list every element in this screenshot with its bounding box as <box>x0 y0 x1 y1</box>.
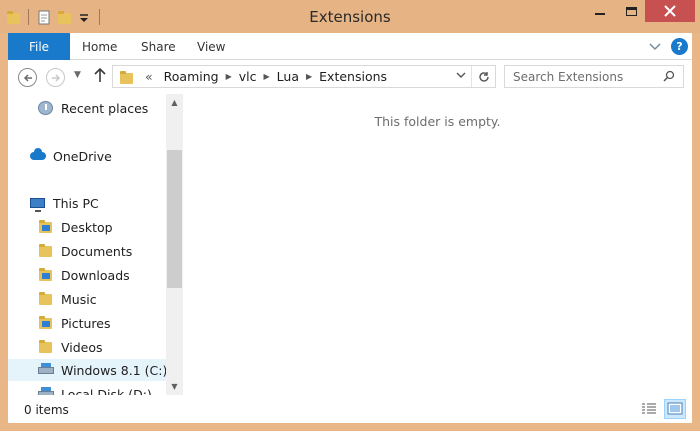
breadcrumb-lua[interactable]: Lua <box>272 69 304 84</box>
details-view-button[interactable] <box>638 399 660 419</box>
tab-home[interactable]: Home <box>82 33 117 60</box>
folder-icon[interactable] <box>6 10 20 25</box>
navpane-item-label: Recent places <box>61 100 149 116</box>
large-icons-view-icon <box>667 402 683 415</box>
chevron-right-icon[interactable]: ▶ <box>304 72 314 81</box>
navpane-item-label: Local Disk (D:) <box>61 386 152 396</box>
folder-icon <box>119 70 135 84</box>
breadcrumb-vlc[interactable]: vlc <box>234 69 262 84</box>
navpane-item-label: Documents <box>61 243 133 259</box>
status-bar: 0 items <box>8 395 692 423</box>
breadcrumb-overflow[interactable]: « <box>143 69 159 84</box>
forward-button[interactable] <box>46 68 65 87</box>
breadcrumb-extensions[interactable]: Extensions <box>314 69 392 84</box>
back-arrow-icon <box>23 73 32 82</box>
ribbon-controls: ? <box>649 38 688 55</box>
content-area: Recent places OneDrive This PC Desktop D… <box>8 94 692 395</box>
breadcrumb: « Roaming ▶ vlc ▶ Lua ▶ Extensions <box>143 69 392 84</box>
music-folder-icon <box>38 291 54 307</box>
drive-icon <box>38 362 54 378</box>
maximize-button[interactable] <box>617 0 645 22</box>
address-bar[interactable]: « Roaming ▶ vlc ▶ Lua ▶ Extensions <box>112 65 496 88</box>
recent-locations-dropdown-icon[interactable]: ▼ <box>74 70 81 80</box>
refresh-icon <box>478 71 489 82</box>
view-mode-buttons <box>638 399 686 419</box>
navpane-item-label: Pictures <box>61 315 111 331</box>
tab-share[interactable]: Share <box>141 33 176 60</box>
documents-folder-icon <box>38 243 54 259</box>
address-history-dropdown[interactable] <box>451 71 471 82</box>
navpane-item-pictures[interactable]: Pictures <box>38 312 111 334</box>
tab-file[interactable]: File <box>8 33 70 60</box>
explorer-window: Extensions File Home Share View ? ▼ « Ro… <box>0 0 700 431</box>
scroll-down-icon[interactable]: ▼ <box>166 378 183 395</box>
up-arrow-icon <box>94 67 106 82</box>
chevron-down-icon <box>456 72 466 78</box>
navpane-item-label: OneDrive <box>53 148 112 164</box>
refresh-button[interactable] <box>471 66 495 87</box>
ribbon-tabs: File Home Share View ? <box>8 33 692 60</box>
navpane-item-label: Downloads <box>61 267 130 283</box>
videos-folder-icon <box>38 339 54 355</box>
item-count: 0 items <box>24 403 69 417</box>
navpane-item-this-pc[interactable]: This PC <box>30 192 99 214</box>
large-icons-view-button[interactable] <box>664 399 686 419</box>
downloads-folder-icon <box>38 267 54 283</box>
navpane-item-recent-places[interactable]: Recent places <box>38 97 148 119</box>
navpane-item-label: Desktop <box>61 219 113 235</box>
search-input[interactable] <box>513 69 658 84</box>
file-list-view[interactable]: This folder is empty. <box>183 94 692 395</box>
navpane-item-label: Music <box>61 291 97 307</box>
navpane-scrollbar[interactable]: ▲ ▼ <box>166 94 183 395</box>
new-folder-icon[interactable] <box>57 10 71 25</box>
navpane-item-music[interactable]: Music <box>38 288 97 310</box>
navigation-pane: Recent places OneDrive This PC Desktop D… <box>8 94 183 395</box>
navpane-item-videos[interactable]: Videos <box>38 336 103 358</box>
navpane-item-label: Windows 8.1 (C:) <box>61 362 168 378</box>
address-bar-actions <box>451 66 495 87</box>
close-icon <box>664 5 676 17</box>
this-pc-icon <box>30 195 46 212</box>
maximize-icon <box>625 6 637 16</box>
navpane-item-label: Videos <box>61 339 103 355</box>
recent-places-icon <box>38 100 54 116</box>
search-box[interactable] <box>504 65 684 88</box>
tab-view[interactable]: View <box>197 33 225 60</box>
navpane-item-windows-c[interactable]: Windows 8.1 (C:) <box>8 359 168 381</box>
navpane-item-local-disk-d[interactable]: Local Disk (D:) <box>38 383 152 395</box>
navpane-item-documents[interactable]: Documents <box>38 240 132 262</box>
qat-separator-2 <box>99 9 100 25</box>
navpane-item-label: This PC <box>53 195 99 211</box>
pictures-folder-icon <box>38 315 54 331</box>
desktop-folder-icon <box>38 219 54 235</box>
drive-icon <box>38 386 54 395</box>
forward-arrow-icon <box>51 73 60 82</box>
navpane-item-downloads[interactable]: Downloads <box>38 264 130 286</box>
empty-folder-message: This folder is empty. <box>374 114 501 129</box>
navigation-bar: ▼ « Roaming ▶ vlc ▶ Lua ▶ Extensions <box>8 60 692 94</box>
close-button[interactable] <box>645 0 695 22</box>
details-view-icon <box>642 403 656 414</box>
qat-separator <box>28 9 29 25</box>
onedrive-icon <box>30 148 46 164</box>
properties-icon[interactable] <box>37 10 51 25</box>
breadcrumb-roaming[interactable]: Roaming <box>159 69 224 84</box>
title-bar[interactable]: Extensions <box>0 0 700 33</box>
scrollbar-thumb[interactable] <box>167 150 182 288</box>
navpane-item-desktop[interactable]: Desktop <box>38 216 113 238</box>
customize-qat-icon[interactable] <box>77 10 91 25</box>
minimize-icon <box>595 13 605 15</box>
chevron-right-icon[interactable]: ▶ <box>262 72 272 81</box>
scroll-up-icon[interactable]: ▲ <box>166 94 183 111</box>
back-button[interactable] <box>18 68 37 87</box>
navpane-item-onedrive[interactable]: OneDrive <box>30 145 112 167</box>
quick-access-toolbar <box>6 7 102 27</box>
chevron-right-icon[interactable]: ▶ <box>224 72 234 81</box>
search-icon[interactable] <box>663 70 675 82</box>
expand-ribbon-icon[interactable] <box>649 42 661 51</box>
help-icon[interactable]: ? <box>671 38 688 55</box>
minimize-button[interactable] <box>586 0 614 22</box>
up-level-button[interactable] <box>94 67 106 87</box>
